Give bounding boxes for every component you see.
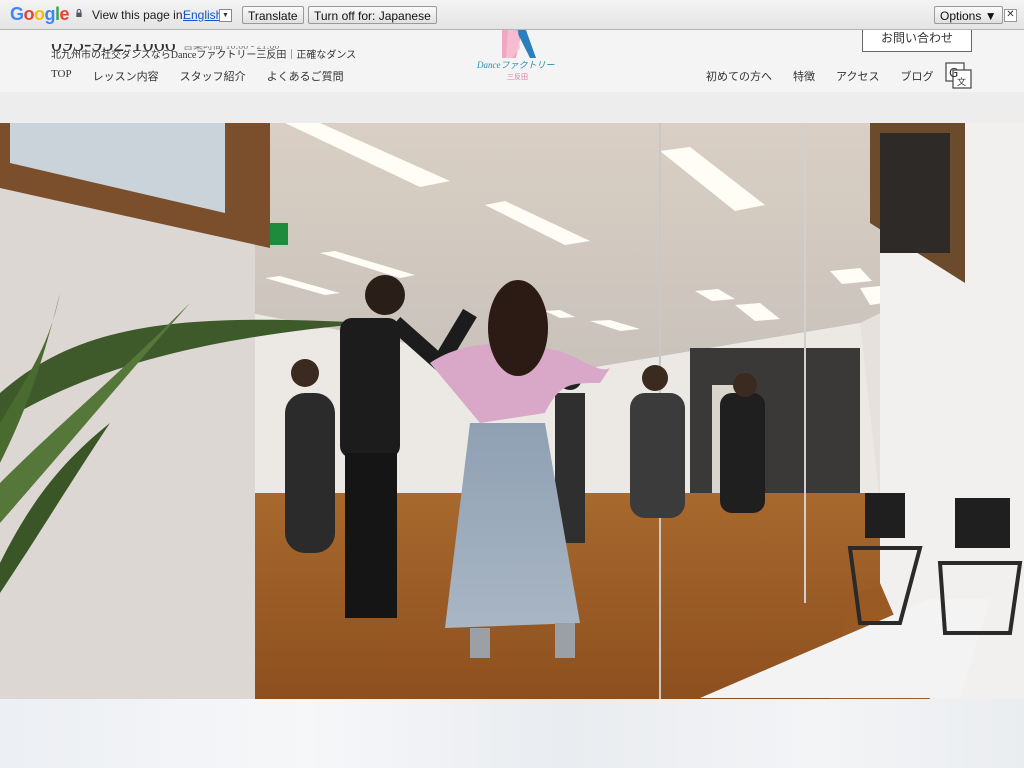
main-nav-left: TOP レッスン内容 スタッフ紹介 よくあるご質問 — [51, 68, 344, 84]
site-header: 093-952-1066 営業時間 10:00 - 21:00 北九州市の社交ダ… — [0, 30, 1024, 92]
logo-subtext: 三反田 — [507, 73, 528, 81]
hero-photo-dance-studio — [0, 123, 1024, 699]
bottom-section-background — [0, 699, 1024, 768]
nav-item-staff[interactable]: スタッフ紹介 — [180, 68, 246, 84]
google-translate-icon[interactable]: G 文 — [945, 62, 972, 89]
nav-item-lessons[interactable]: レッスン内容 — [93, 68, 159, 84]
google-translate-bar: Google View this page in: English ▼ Tran… — [0, 0, 1024, 30]
logo-text: Danceファクトリー — [477, 60, 555, 70]
tagline: 北九州市の社交ダンスならDanceファクトリー三反田｜正確なダンス — [51, 50, 357, 61]
nav-item-top[interactable]: TOP — [51, 68, 72, 84]
lock-icon — [76, 9, 82, 17]
svg-text:文: 文 — [957, 76, 966, 88]
nav-item-beginners[interactable]: 初めての方へ — [706, 68, 772, 84]
translate-message: View this page in: — [92, 8, 186, 22]
contact-button[interactable]: お問い合わせ — [862, 30, 972, 52]
main-nav-right: 初めての方へ 特徴 アクセス ブログ — [706, 68, 933, 84]
header-spacer — [0, 92, 1024, 123]
studio-photo-illustration — [0, 123, 1024, 699]
nav-item-access[interactable]: アクセス — [836, 68, 879, 84]
target-language-link[interactable]: English — [183, 8, 222, 22]
google-logo: Google — [10, 4, 70, 24]
nav-item-features[interactable]: 特徴 — [793, 68, 815, 84]
turn-off-translate-button[interactable]: Turn off for: Japanese — [308, 6, 437, 24]
nav-item-faq[interactable]: よくあるご質問 — [267, 68, 344, 84]
close-icon[interactable]: ✕ — [1004, 9, 1017, 22]
nav-item-blog[interactable]: ブログ — [900, 68, 933, 84]
translate-button[interactable]: Translate — [242, 6, 304, 24]
language-dropdown-arrow-icon[interactable]: ▼ — [219, 9, 232, 22]
options-button[interactable]: Options ▼ — [934, 6, 1003, 24]
